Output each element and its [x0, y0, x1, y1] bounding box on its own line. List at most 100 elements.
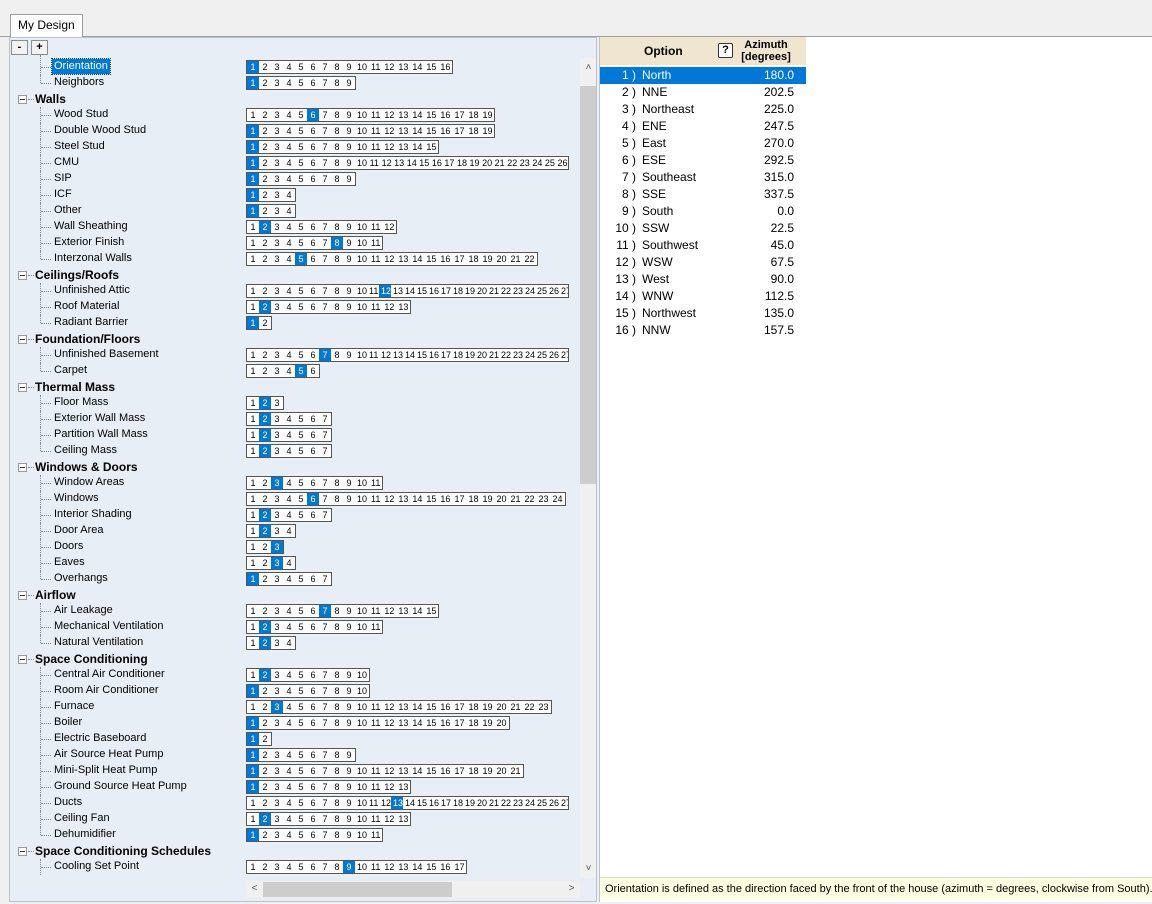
option-number[interactable]: 9 — [343, 349, 355, 361]
option-number[interactable]: 10 — [355, 813, 369, 825]
option-number[interactable]: 2 — [259, 301, 271, 313]
option-number[interactable]: 10 — [355, 109, 369, 121]
option-number[interactable]: 8 — [331, 669, 343, 681]
option-number[interactable]: 6 — [307, 493, 319, 505]
option-number[interactable]: 10 — [355, 717, 369, 729]
option-number[interactable]: 4 — [283, 173, 295, 185]
option-number[interactable]: 6 — [307, 445, 319, 457]
option-number[interactable]: 5 — [295, 797, 307, 809]
option-number[interactable]: 11 — [367, 797, 379, 809]
option-number[interactable]: 23 — [511, 797, 523, 809]
tree-item[interactable]: Cooling Set Point 1 2 3 4 5 6 7 8 9 10 11 12 13 14 15 16… — [10, 859, 580, 875]
option-row[interactable]: 1 ) North 180.0 — [600, 67, 806, 84]
option-number[interactable]: 12 — [379, 349, 391, 361]
option-number[interactable]: 9 — [343, 621, 355, 633]
option-number[interactable]: 2 — [259, 605, 271, 617]
tree-item-label[interactable]: Overhangs — [52, 571, 110, 586]
tree-item[interactable]: Furnace 1 2 3 4 5 6 7 8 9 10 11 12 13 14 15 16 17 18 19 20 21… — [10, 699, 580, 715]
option-number[interactable]: 9 — [343, 685, 355, 697]
option-number[interactable]: 5 — [295, 829, 307, 841]
option-number[interactable]: 10 — [355, 285, 367, 297]
option-number[interactable]: 8 — [331, 301, 343, 313]
option-number[interactable]: 12 — [382, 701, 396, 713]
option-number[interactable]: 16 — [430, 157, 443, 169]
option-number[interactable]: 6 — [307, 477, 319, 489]
option-number[interactable]: 16 — [438, 109, 452, 121]
option-number[interactable]: 8 — [331, 797, 343, 809]
option-number[interactable]: 9 — [343, 605, 355, 617]
tree-item-label[interactable]: Wall Sheathing — [52, 219, 130, 234]
option-number[interactable]: 19 — [463, 349, 475, 361]
option-number[interactable]: 2 — [259, 701, 271, 713]
option-number[interactable]: 4 — [283, 573, 295, 585]
column-header-option[interactable]: Option — [644, 44, 683, 58]
option-number[interactable]: 24 — [530, 157, 543, 169]
option-number[interactable]: 5 — [295, 621, 307, 633]
option-number[interactable]: 3 — [271, 413, 283, 425]
option-number[interactable]: 2 — [259, 797, 271, 809]
option-number[interactable]: 8 — [331, 477, 343, 489]
option-number[interactable]: 19 — [480, 717, 494, 729]
tree-item-label[interactable]: Neighbors — [52, 75, 106, 90]
option-number[interactable]: 4 — [283, 429, 295, 441]
option-row[interactable]: 3 ) Northeast 225.0 — [600, 101, 806, 118]
option-number[interactable]: 2 — [259, 429, 271, 441]
option-number[interactable]: 12 — [382, 605, 396, 617]
option-number[interactable]: 2 — [259, 173, 271, 185]
option-number[interactable]: 11 — [369, 253, 382, 265]
option-number[interactable]: 5 — [295, 509, 307, 521]
option-number[interactable]: 2 — [259, 829, 271, 841]
option-number[interactable]: 25 — [535, 285, 547, 297]
option-number[interactable]: 15 — [424, 125, 438, 137]
option-number[interactable]: 4 — [283, 141, 295, 153]
option-number[interactable]: 1 — [247, 669, 259, 681]
tree-vertical-scrollbar[interactable]: ˄ ˅ — [580, 58, 596, 878]
option-number[interactable]: 6 — [307, 61, 319, 73]
option-number[interactable]: 4 — [283, 605, 295, 617]
option-number[interactable]: 3 — [271, 573, 283, 585]
option-number[interactable]: 5 — [295, 173, 307, 185]
tree-item-label[interactable]: Doors — [52, 539, 85, 554]
option-number[interactable]: 18 — [466, 125, 480, 137]
option-number[interactable]: 11 — [369, 861, 382, 873]
tree-item-label[interactable]: Mini-Split Heat Pump — [52, 763, 159, 778]
option-number[interactable]: 4 — [283, 445, 295, 457]
option-number[interactable]: 9 — [343, 669, 355, 681]
option-number[interactable]: 12 — [382, 813, 396, 825]
option-number[interactable]: 8 — [331, 765, 343, 777]
option-number[interactable]: 6 — [307, 77, 319, 89]
horizontal-scroll-thumb[interactable] — [263, 882, 452, 897]
option-number[interactable]: 2 — [259, 237, 271, 249]
option-number[interactable]: 21 — [509, 493, 523, 505]
option-number[interactable]: 21 — [487, 285, 499, 297]
option-number[interactable]: 14 — [410, 717, 424, 729]
option-number[interactable]: 7 — [319, 253, 331, 265]
option-number[interactable]: 13 — [396, 861, 410, 873]
option-number[interactable]: 6 — [307, 141, 319, 153]
option-number[interactable]: 2 — [259, 285, 271, 297]
option-number[interactable]: 5 — [295, 125, 307, 137]
option-number[interactable]: 10 — [355, 781, 369, 793]
option-number[interactable]: 1 — [247, 349, 259, 361]
option-number[interactable]: 11 — [369, 125, 382, 137]
option-number[interactable]: 7 — [319, 669, 331, 681]
option-number[interactable]: 18 — [451, 797, 463, 809]
option-number[interactable]: 3 — [271, 509, 283, 521]
option-number[interactable]: 9 — [343, 701, 355, 713]
option-number[interactable]: 5 — [295, 701, 307, 713]
option-number[interactable]: 8 — [331, 685, 343, 697]
option-number[interactable]: 7 — [319, 477, 331, 489]
option-number[interactable]: 6 — [307, 221, 319, 233]
option-number[interactable]: 4 — [283, 557, 295, 569]
option-number[interactable]: 12 — [380, 157, 393, 169]
option-number[interactable]: 9 — [343, 109, 355, 121]
option-number[interactable]: 2 — [259, 349, 271, 361]
option-number[interactable]: 3 — [271, 765, 283, 777]
option-number[interactable]: 4 — [283, 637, 295, 649]
option-number[interactable]: 13 — [391, 797, 403, 809]
option-number[interactable]: 5 — [295, 237, 307, 249]
option-number[interactable]: 3 — [271, 637, 283, 649]
tree-item-label[interactable]: Ducts — [52, 795, 84, 810]
option-number[interactable]: 18 — [466, 253, 480, 265]
option-number[interactable]: 10 — [355, 829, 369, 841]
